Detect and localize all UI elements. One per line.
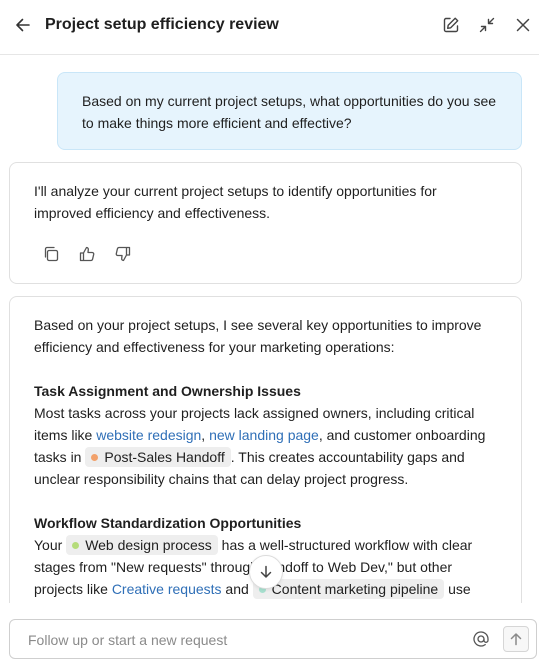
- close-button[interactable]: [512, 14, 534, 36]
- message-actions: [40, 243, 134, 265]
- thumbs-up-button[interactable]: [76, 243, 98, 265]
- thumbs-down-button[interactable]: [112, 243, 134, 265]
- edit-icon: [443, 17, 459, 33]
- send-button[interactable]: [503, 626, 529, 652]
- arrow-up-icon: [510, 633, 522, 646]
- link-creative-requests[interactable]: Creative requests: [112, 581, 222, 597]
- mention-button[interactable]: [470, 628, 492, 650]
- chat-thread[interactable]: Based on my current project setups, what…: [0, 56, 539, 603]
- copy-button[interactable]: [40, 243, 62, 265]
- section-body-task-assignment: Most tasks across your projects lack ass…: [34, 405, 486, 487]
- close-icon: [516, 18, 530, 32]
- user-message: Based on my current project setups, what…: [57, 72, 522, 150]
- collapse-button[interactable]: [476, 14, 498, 36]
- page-title: Project setup efficiency review: [45, 16, 279, 33]
- follow-up-input[interactable]: [26, 620, 470, 660]
- ai-message-text: I'll analyze your current project setups…: [34, 183, 437, 221]
- project-color-dot: [72, 542, 80, 549]
- link-new-landing-page[interactable]: new landing page: [209, 427, 319, 443]
- ai-message: I'll analyze your current project setups…: [9, 162, 522, 284]
- collapse-icon: [479, 17, 495, 33]
- back-button[interactable]: [12, 14, 34, 36]
- thumbs-down-icon: [115, 246, 131, 262]
- scroll-to-bottom-button[interactable]: [249, 555, 283, 589]
- at-sign-icon: [473, 631, 489, 647]
- arrow-down-icon: [260, 565, 272, 578]
- composer: [9, 619, 537, 660]
- thumbs-up-icon: [79, 246, 95, 262]
- project-color-dot: [91, 454, 99, 461]
- user-message-text: Based on my current project setups, what…: [82, 93, 497, 131]
- section-heading-workflow: Workflow Standardization Opportunities: [34, 515, 302, 531]
- panel-header: Project setup efficiency review: [0, 0, 539, 55]
- section-heading-task-assignment: Task Assignment and Ownership Issues: [34, 383, 301, 399]
- ai-response-intro: Based on your project setups, I see seve…: [34, 317, 482, 355]
- project-chip-post-sales-handoff[interactable]: Post-Sales Handoff: [85, 447, 231, 467]
- copy-icon: [44, 246, 59, 262]
- project-chip-content-marketing-pipeline[interactable]: Content marketing pipeline: [252, 579, 445, 599]
- project-chip-web-design-process[interactable]: Web design process: [66, 535, 218, 555]
- new-chat-button[interactable]: [440, 14, 462, 36]
- link-website-redesign[interactable]: website redesign: [96, 427, 201, 443]
- arrow-left-icon: [16, 18, 30, 32]
